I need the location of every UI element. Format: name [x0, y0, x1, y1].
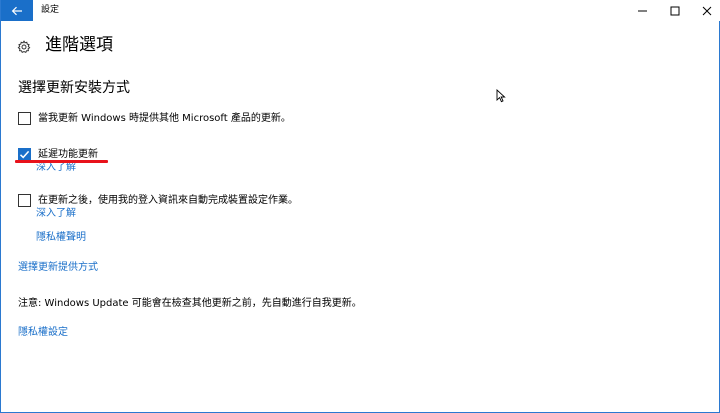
- back-button[interactable]: [1, 0, 33, 21]
- auto-sign-in-checkbox[interactable]: [18, 194, 31, 207]
- privacy-statement-link[interactable]: 隱私權聲明: [36, 231, 86, 244]
- title-bar: 設定: [1, 0, 720, 21]
- update-note: 注意: Windows Update 可能會在檢查其他更新之前，先自動進行自我更…: [18, 298, 362, 309]
- app-title: 設定: [41, 5, 60, 15]
- learn-more-link-sign-in[interactable]: 深入了解: [36, 207, 76, 220]
- page-title: 進階選項: [45, 35, 113, 55]
- maximize-button[interactable]: [659, 0, 691, 21]
- gear-icon: [17, 40, 31, 54]
- choose-delivery-link[interactable]: 選擇更新提供方式: [18, 261, 98, 274]
- close-button[interactable]: [691, 0, 720, 21]
- checkmark-icon: [19, 150, 30, 159]
- minimize-button[interactable]: [627, 0, 659, 21]
- mouse-cursor-icon: [496, 89, 506, 103]
- privacy-settings-link[interactable]: 隱私權設定: [18, 326, 68, 339]
- red-underline-annotation: [15, 160, 108, 163]
- option-other-products[interactable]: 當我更新 Windows 時提供其他 Microsoft 產品的更新。: [18, 112, 291, 125]
- page-header: 進階選項: [17, 35, 113, 58]
- section-title: 選擇更新安裝方式: [18, 80, 130, 96]
- close-icon: [702, 6, 712, 15]
- maximize-icon: [670, 6, 680, 15]
- option-auto-sign-in[interactable]: 在更新之後，使用我的登入資訊來自動完成裝置設定作業。: [18, 194, 298, 207]
- back-arrow-icon: [11, 6, 22, 15]
- other-products-checkbox[interactable]: [18, 112, 31, 125]
- option-label: 在更新之後，使用我的登入資訊來自動完成裝置設定作業。: [38, 195, 298, 206]
- settings-window: 設定 進階選項 選擇更新安裝方式 當我更新 Windows 時提供其他 Micr…: [0, 0, 720, 413]
- option-label: 當我更新 Windows 時提供其他 Microsoft 產品的更新。: [38, 113, 291, 124]
- minimize-icon: [638, 10, 647, 11]
